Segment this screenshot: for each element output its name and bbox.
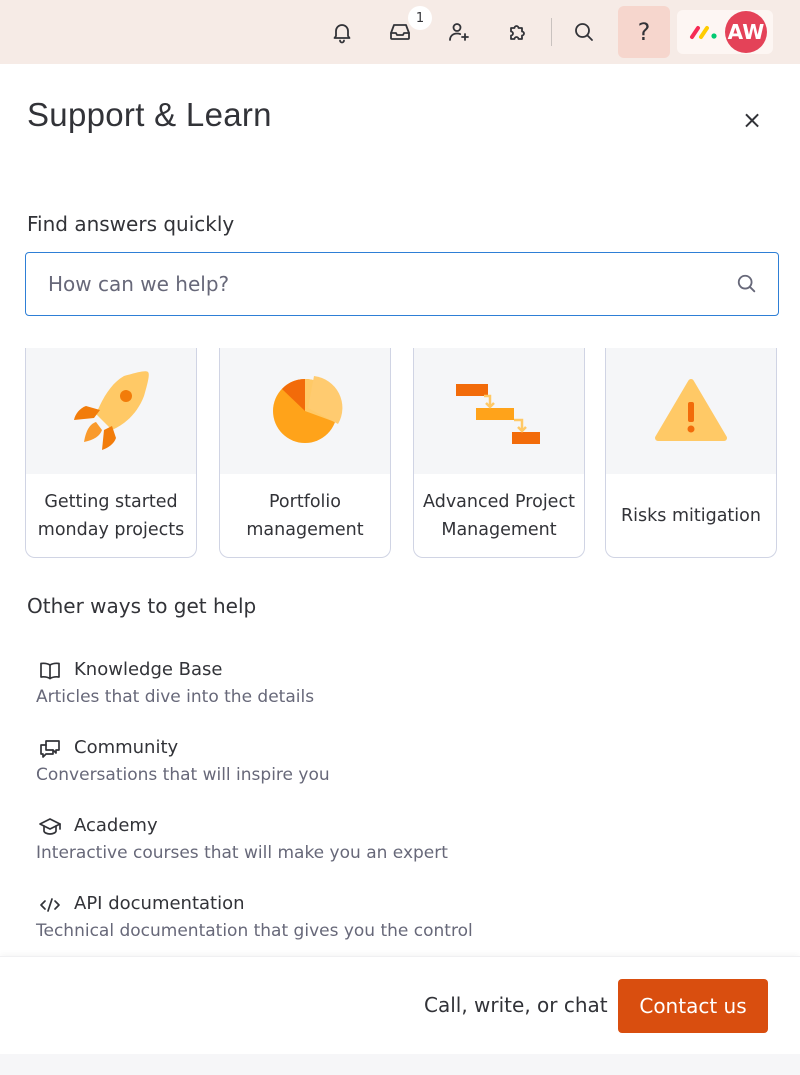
bell-icon <box>333 24 351 44</box>
gantt-icon <box>456 384 540 444</box>
footer-text: Call, write, or chat <box>424 993 608 1017</box>
knowledge-base-link[interactable]: Knowledge Base Articles that dive into t… <box>36 657 776 721</box>
top-bar: 1 ? AW <box>0 0 800 64</box>
card-label: Portfolio management <box>246 492 364 540</box>
card-portfolio-management[interactable]: Portfolio management <box>219 348 391 558</box>
search-icon[interactable] <box>736 273 760 297</box>
invite-members-button[interactable] <box>439 12 479 52</box>
community-link[interactable]: Community Conversations that will inspir… <box>36 735 776 799</box>
help-item-description: Conversations that will inspire you <box>36 765 330 785</box>
search-button[interactable] <box>564 12 604 52</box>
search-field <box>25 252 779 316</box>
search-input[interactable] <box>48 253 728 314</box>
card-advanced-project-management[interactable]: Advanced Project Management <box>413 348 585 558</box>
search-section-label: Find answers quickly <box>27 212 235 236</box>
other-help-title: Other ways to get help <box>27 594 257 618</box>
academy-link[interactable]: Academy Interactive courses that will ma… <box>36 813 776 877</box>
help-item-title: Knowledge Base <box>74 659 223 680</box>
card-risks-mitigation[interactable]: Risks mitigation <box>605 348 777 558</box>
page-title: Support & Learn <box>27 96 272 133</box>
topbar-divider <box>551 18 552 46</box>
add-user-icon <box>449 23 469 41</box>
card-image <box>26 348 196 474</box>
bottom-strip <box>0 1054 800 1075</box>
help-button[interactable]: ? <box>618 6 670 58</box>
pie-chart-icon <box>273 376 343 443</box>
card-image <box>220 348 390 474</box>
card-label: Getting started monday projects <box>37 492 185 540</box>
api-documentation-link[interactable]: API documentation Technical documentatio… <box>36 891 776 955</box>
notifications-button[interactable] <box>322 12 362 52</box>
help-item-description: Technical documentation that gives you t… <box>36 921 473 941</box>
card-image <box>606 348 776 474</box>
panel-footer: Call, write, or chat Contact us <box>0 956 800 1054</box>
help-item-title: API documentation <box>74 893 245 914</box>
card-image <box>414 348 584 474</box>
close-button[interactable]: × <box>738 106 766 134</box>
help-item-description: Interactive courses that will make you a… <box>36 843 448 863</box>
graduation-cap-icon <box>36 815 64 839</box>
inbox-badge: 1 <box>408 6 432 30</box>
card-getting-started[interactable]: Getting started monday projects <box>25 348 197 558</box>
card-label: Risks mitigation <box>621 506 761 526</box>
chat-bubbles-icon <box>36 737 64 761</box>
help-item-title: Academy <box>74 815 158 836</box>
account-switcher[interactable]: AW <box>677 10 773 54</box>
contact-us-button[interactable]: Contact us <box>618 979 768 1033</box>
code-icon <box>36 893 64 917</box>
rocket-icon <box>74 371 149 450</box>
close-icon: × <box>741 106 763 134</box>
question-mark-icon: ? <box>637 18 651 46</box>
help-item-title: Community <box>74 737 179 758</box>
avatar[interactable]: AW <box>725 11 767 53</box>
apps-button[interactable] <box>498 12 538 52</box>
monday-logo-icon <box>690 26 717 39</box>
card-label: Advanced Project Management <box>423 492 575 540</box>
warning-icon <box>655 379 727 441</box>
puzzle-icon <box>510 25 525 40</box>
book-icon <box>36 659 64 683</box>
help-item-description: Articles that dive into the details <box>36 687 315 707</box>
search-icon <box>575 23 593 41</box>
